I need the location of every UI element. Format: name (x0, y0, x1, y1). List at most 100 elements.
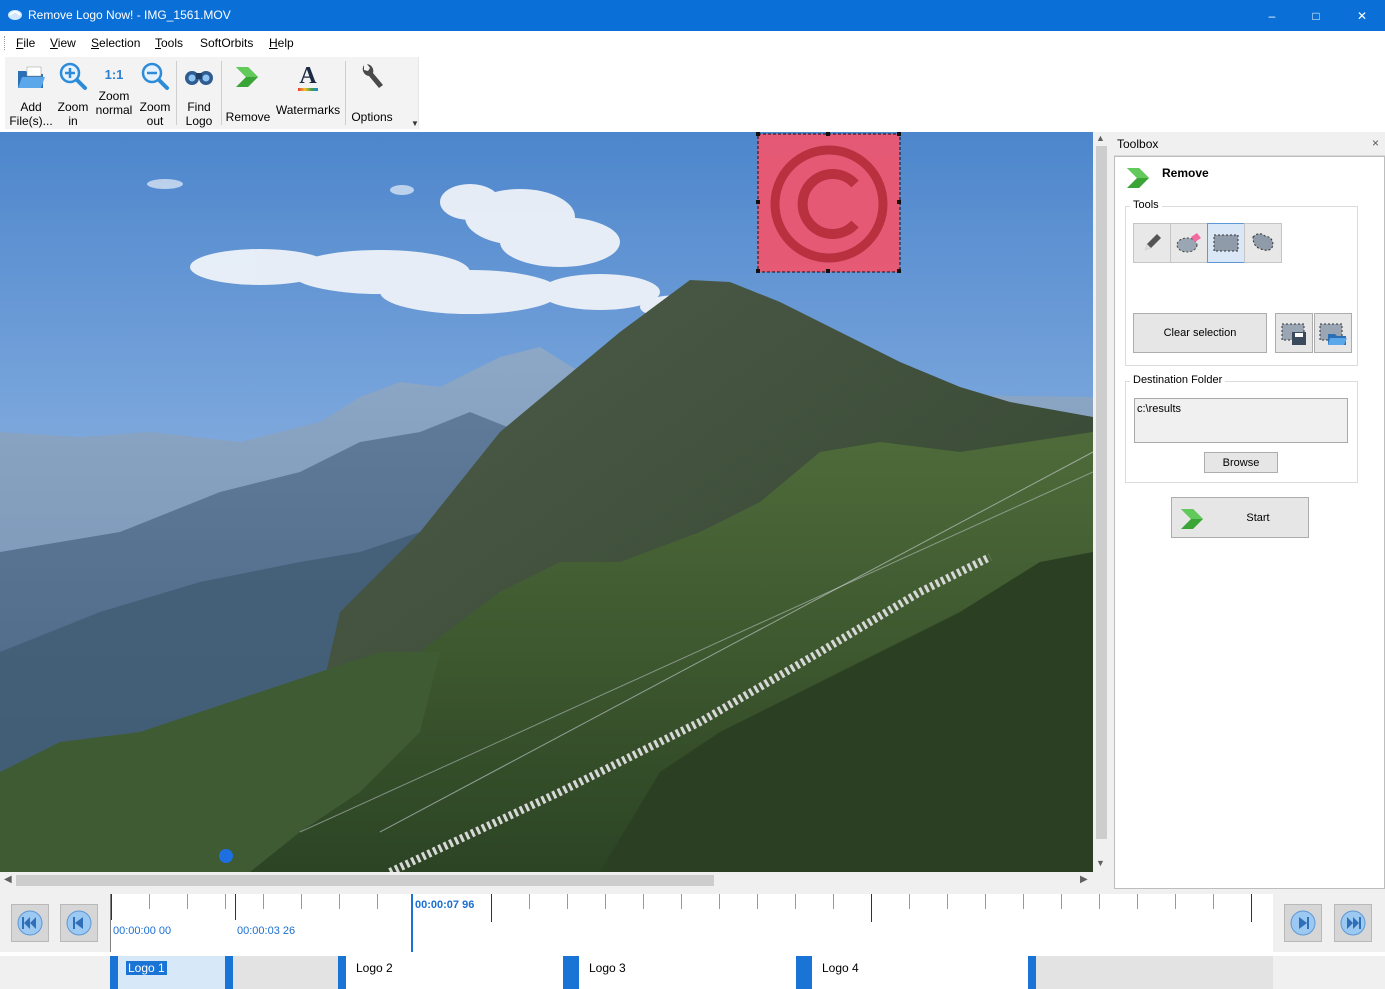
current-time-label: 00:00:07 96 (415, 899, 475, 911)
segment-label: Logo 3 (589, 961, 626, 975)
toolbox-header-title: Toolbox (1117, 137, 1159, 151)
minimize-button[interactable]: – (1249, 0, 1295, 31)
toolbar-overflow-icon[interactable]: ▼ (411, 119, 419, 128)
close-window-button[interactable]: ✕ (1339, 0, 1385, 31)
ruler-tick (1023, 894, 1024, 909)
next-frame-button[interactable] (1284, 904, 1322, 942)
zoom-in-button[interactable]: Zoom in (53, 61, 93, 128)
menu-help[interactable]: Help (269, 36, 294, 50)
segment-handle[interactable] (338, 956, 346, 989)
menu-grip (4, 36, 7, 50)
first-frame-button[interactable] (11, 904, 49, 942)
toolbox-title: Remove (1162, 166, 1209, 180)
ruler-tick (719, 894, 720, 909)
ruler-tick (833, 894, 834, 909)
segment-handle[interactable] (804, 956, 812, 989)
timeline: 00:00:00 00 00:00:03 26 00:00:07 96 Logo… (0, 889, 1385, 989)
options-button[interactable]: Options (348, 61, 396, 124)
pencil-tool-button[interactable] (1133, 223, 1171, 263)
zoom-out-icon (141, 62, 169, 90)
watermark-text-icon: A (298, 63, 318, 91)
ruler-tick (871, 894, 872, 922)
watermarks-button[interactable]: A Watermarks (273, 61, 343, 117)
wrench-icon (362, 64, 383, 88)
segment-handle[interactable] (110, 956, 118, 989)
zoom-out-button[interactable]: Zoom out (135, 61, 175, 128)
menu-tools[interactable]: Tools (155, 36, 183, 50)
start-button[interactable]: Start (1171, 497, 1309, 538)
timeline-ruler[interactable]: 00:00:00 00 00:00:03 26 00:00:07 96 (110, 894, 1273, 952)
skip-to-start-icon (17, 910, 43, 936)
menu-file[interactable]: File (16, 36, 35, 50)
add-files-button[interactable]: Add File(s)... (7, 61, 55, 128)
binoculars-icon (185, 71, 213, 85)
logo-segment-1[interactable]: Logo 1 (118, 956, 225, 989)
vertical-scrollbar[interactable]: ▲ ▼ (1093, 132, 1110, 872)
scroll-right-icon[interactable]: ▶ (1080, 874, 1088, 885)
skip-to-end-icon (1340, 910, 1366, 936)
save-selection-icon (1281, 323, 1306, 345)
save-selection-button[interactable] (1275, 313, 1313, 353)
segment-handle[interactable] (225, 956, 233, 989)
ruler-tick (605, 894, 606, 909)
ruler-tick (1061, 894, 1062, 909)
horizontal-scrollbar[interactable]: ◀ ▶ (0, 872, 1093, 889)
destination-group: Destination Folder c:\results Browse (1125, 374, 1358, 483)
video-frame-image (0, 132, 1093, 872)
logo-segment-4[interactable]: Logo 4 (812, 956, 1028, 989)
toolbar-separator (345, 61, 346, 125)
title-bar: Remove Logo Now! - IMG_1561.MOV – □ ✕ (0, 0, 1385, 31)
eraser-tool-button[interactable] (1170, 223, 1208, 263)
playhead-cursor[interactable] (411, 894, 413, 952)
ruler-tick (1137, 894, 1138, 909)
ruler-tick (985, 894, 986, 909)
remove-arrow-icon (1127, 168, 1149, 188)
segment-handle[interactable] (563, 956, 571, 989)
find-logo-button[interactable]: Find Logo (179, 61, 219, 128)
folder-open-icon (18, 66, 45, 88)
maximize-button[interactable]: □ (1293, 0, 1339, 31)
previous-frame-button[interactable] (60, 904, 98, 942)
ruler-tick (225, 894, 226, 909)
destination-folder-field[interactable]: c:\results (1134, 398, 1348, 443)
ruler-tick (567, 894, 568, 909)
lasso-tool-button[interactable] (1244, 223, 1282, 263)
logo-segment-3[interactable]: Logo 3 (579, 956, 796, 989)
toolbar-area: Add File(s)... Zoom in 1:1 Zoom normal Z… (5, 57, 419, 129)
scroll-left-icon[interactable]: ◀ (4, 874, 12, 885)
zoom-normal-button[interactable]: 1:1 Zoom normal (93, 61, 135, 117)
remove-button[interactable]: Remove (224, 61, 272, 124)
zoom-in-icon (59, 62, 87, 90)
image-canvas[interactable] (0, 132, 1093, 872)
ruler-tick (1099, 894, 1100, 909)
start-arrow-icon (1181, 509, 1203, 529)
browse-button[interactable]: Browse (1204, 452, 1278, 473)
ruler-tick (909, 894, 910, 909)
tools-group: Tools Clear selection (1125, 199, 1358, 366)
vertical-scroll-thumb[interactable] (1096, 146, 1107, 839)
logo-segment-2[interactable]: Logo 2 (346, 956, 563, 989)
segment-handle[interactable] (1028, 956, 1036, 989)
menu-softorbits[interactable]: SoftOrbits (200, 36, 253, 50)
load-selection-button[interactable] (1314, 313, 1352, 353)
ruler-tick (1213, 894, 1214, 909)
time-label: 00:00:00 00 (113, 925, 172, 937)
toolbar-separator (221, 61, 222, 125)
scroll-up-icon[interactable]: ▲ (1096, 133, 1105, 143)
rectangle-select-tool-button[interactable] (1207, 223, 1245, 263)
scroll-down-icon[interactable]: ▼ (1096, 858, 1105, 868)
ruler-tick (301, 894, 302, 909)
ruler-tick (529, 894, 530, 909)
lasso-icon (1252, 233, 1274, 251)
clear-selection-button[interactable]: Clear selection (1133, 313, 1267, 353)
zoom-normal-icon: 1:1 (104, 67, 124, 82)
menu-selection[interactable]: Selection (91, 36, 140, 50)
last-frame-button[interactable] (1334, 904, 1372, 942)
toolbox-header: Toolbox × (1114, 132, 1385, 156)
segment-handle[interactable] (796, 956, 804, 989)
pencil-icon (1145, 234, 1161, 250)
segment-handle[interactable] (571, 956, 579, 989)
toolbox-close-icon[interactable]: × (1372, 136, 1379, 150)
horizontal-scroll-thumb[interactable] (16, 875, 714, 886)
menu-view[interactable]: View (50, 36, 76, 50)
